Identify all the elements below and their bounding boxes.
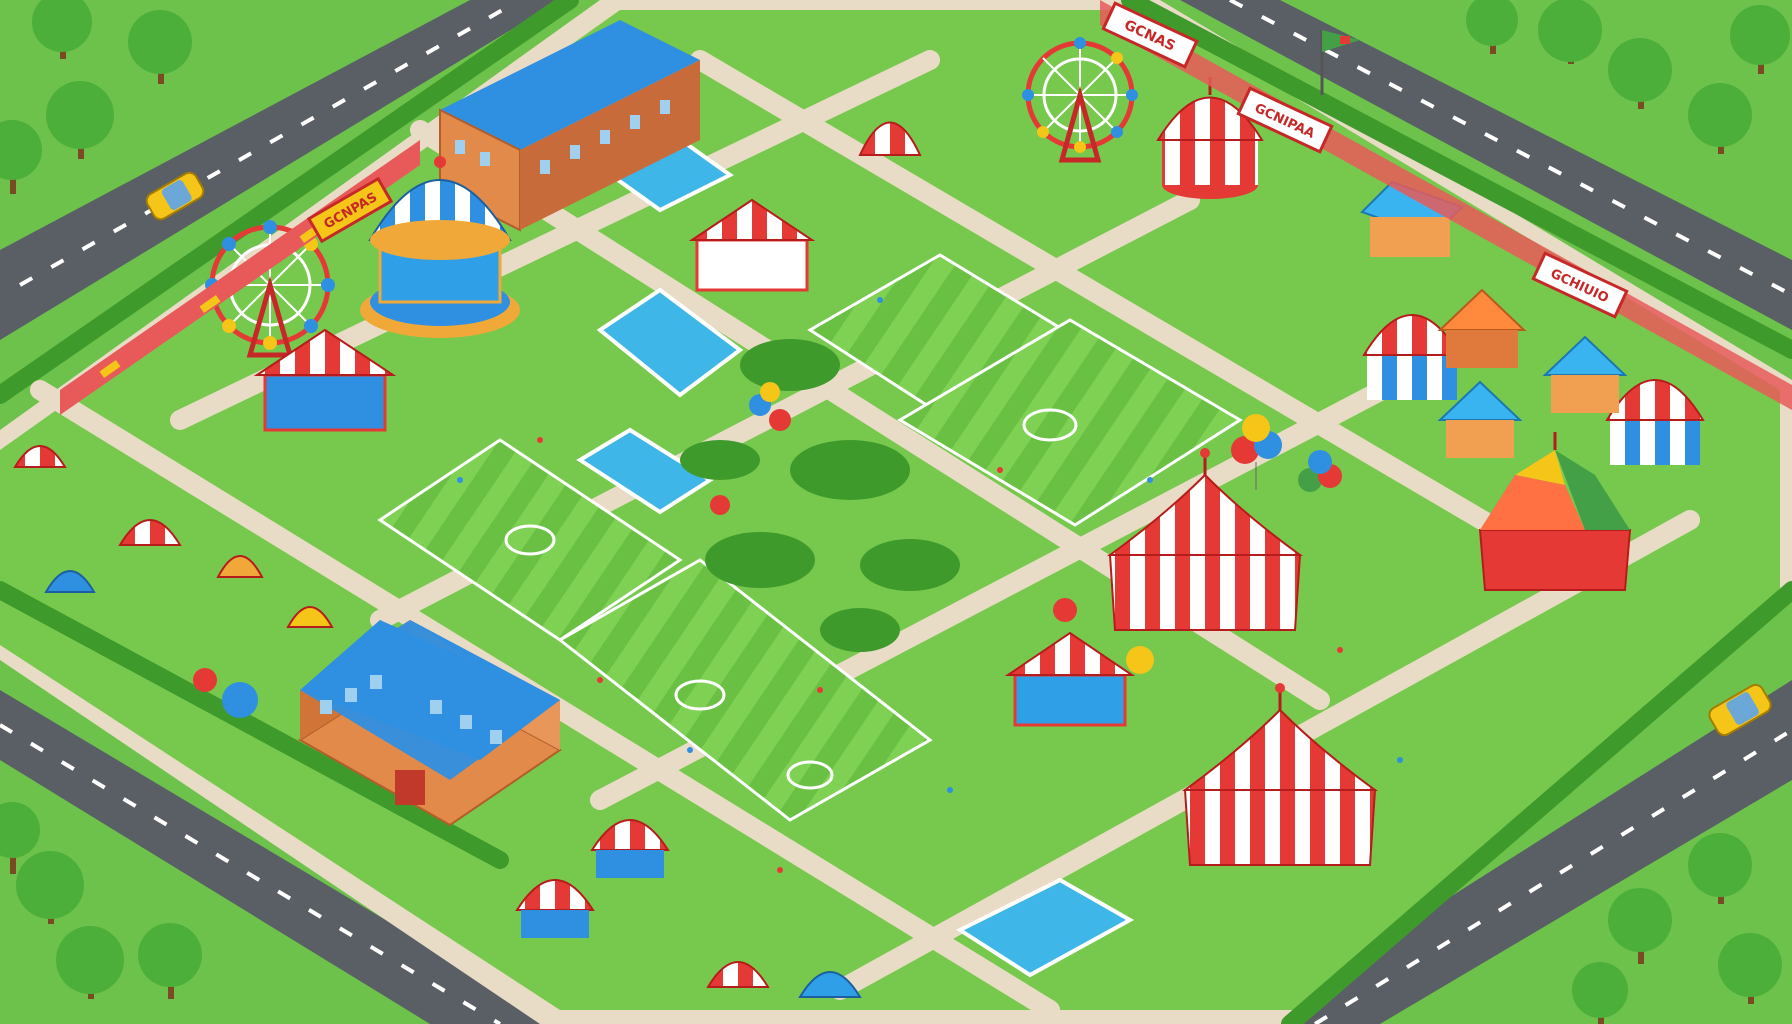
game-map: GCNAS GCNIPAA GCHIUIO GCNPAS	[0, 0, 1792, 1024]
